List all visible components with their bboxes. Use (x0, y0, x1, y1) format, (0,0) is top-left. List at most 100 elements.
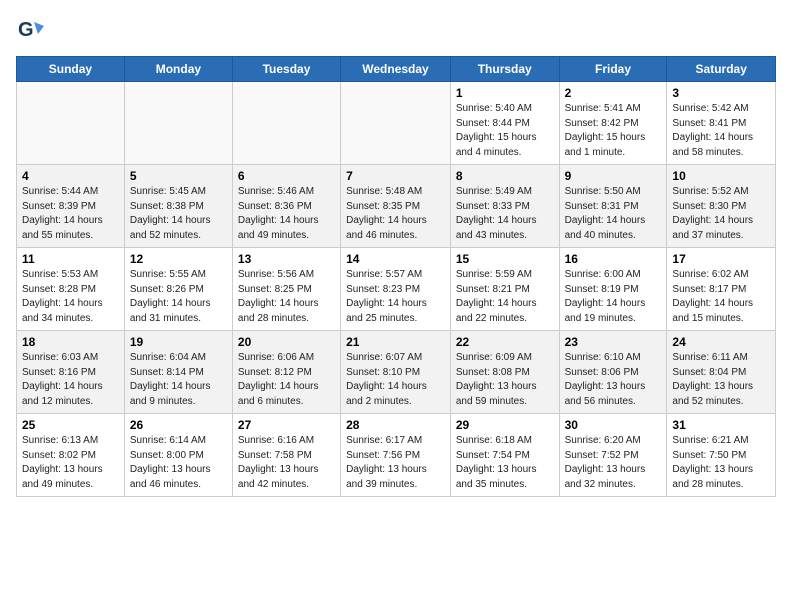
calendar-cell: 5 Sunrise: 5:45 AMSunset: 8:38 PMDaylight… (124, 165, 232, 248)
day-number: 24 (672, 335, 770, 349)
day-info: Sunrise: 5:46 AMSunset: 8:36 PMDaylight:… (238, 185, 335, 243)
day-number: 16 (565, 252, 662, 266)
day-info: Sunrise: 5:53 AMSunset: 8:28 PMDaylight:… (22, 268, 119, 326)
calendar-cell: 23 Sunrise: 6:10 AMSunset: 8:06 PMDayligh… (559, 331, 667, 414)
calendar-cell: 28 Sunrise: 6:17 AMSunset: 7:56 PMDayligh… (341, 414, 451, 497)
calendar-cell: 19 Sunrise: 6:04 AMSunset: 8:14 PMDayligh… (124, 331, 232, 414)
day-number: 5 (130, 169, 227, 183)
day-info: Sunrise: 6:18 AMSunset: 7:54 PMDaylight:… (456, 434, 554, 492)
calendar-cell (17, 82, 125, 165)
calendar-cell: 24 Sunrise: 6:11 AMSunset: 8:04 PMDayligh… (667, 331, 776, 414)
calendar-cell: 20 Sunrise: 6:06 AMSunset: 8:12 PMDayligh… (232, 331, 340, 414)
day-number: 2 (565, 86, 662, 100)
day-number: 23 (565, 335, 662, 349)
day-number: 1 (456, 86, 554, 100)
calendar-cell: 26 Sunrise: 6:14 AMSunset: 8:00 PMDayligh… (124, 414, 232, 497)
day-info: Sunrise: 6:10 AMSunset: 8:06 PMDaylight:… (565, 351, 662, 409)
day-number: 14 (346, 252, 445, 266)
calendar-cell: 25 Sunrise: 6:13 AMSunset: 8:02 PMDayligh… (17, 414, 125, 497)
weekday-header-thursday: Thursday (450, 57, 559, 82)
day-info: Sunrise: 5:52 AMSunset: 8:30 PMDaylight:… (672, 185, 770, 243)
day-number: 28 (346, 418, 445, 432)
day-info: Sunrise: 5:49 AMSunset: 8:33 PMDaylight:… (456, 185, 554, 243)
day-number: 12 (130, 252, 227, 266)
day-info: Sunrise: 6:14 AMSunset: 8:00 PMDaylight:… (130, 434, 227, 492)
calendar-cell: 8 Sunrise: 5:49 AMSunset: 8:33 PMDaylight… (450, 165, 559, 248)
calendar-cell: 10Sunrise: 5:52 AMSunset: 8:30 PMDayligh… (667, 165, 776, 248)
weekday-header-wednesday: Wednesday (341, 57, 451, 82)
calendar-cell: 3 Sunrise: 5:42 AMSunset: 8:41 PMDaylight… (667, 82, 776, 165)
day-info: Sunrise: 5:42 AMSunset: 8:41 PMDaylight:… (672, 102, 770, 160)
calendar-cell: 12Sunrise: 5:55 AMSunset: 8:26 PMDayligh… (124, 248, 232, 331)
day-info: Sunrise: 5:45 AMSunset: 8:38 PMDaylight:… (130, 185, 227, 243)
calendar-cell: 29 Sunrise: 6:18 AMSunset: 7:54 PMDayligh… (450, 414, 559, 497)
calendar-cell: 14 Sunrise: 5:57 AMSunset: 8:23 PMDayligh… (341, 248, 451, 331)
logo: G (16, 16, 48, 44)
calendar-cell: 30Sunrise: 6:20 AMSunset: 7:52 PMDayligh… (559, 414, 667, 497)
calendar-cell: 21Sunrise: 6:07 AMSunset: 8:10 PMDayligh… (341, 331, 451, 414)
day-info: Sunrise: 6:06 AMSunset: 8:12 PMDaylight:… (238, 351, 335, 409)
calendar-cell: 27 Sunrise: 6:16 AMSunset: 7:58 PMDayligh… (232, 414, 340, 497)
calendar-cell: 17Sunrise: 6:02 AMSunset: 8:17 PMDayligh… (667, 248, 776, 331)
day-info: Sunrise: 6:11 AMSunset: 8:04 PMDaylight:… (672, 351, 770, 409)
day-info: Sunrise: 5:56 AMSunset: 8:25 PMDaylight:… (238, 268, 335, 326)
day-number: 27 (238, 418, 335, 432)
day-info: Sunrise: 5:50 AMSunset: 8:31 PMDaylight:… (565, 185, 662, 243)
calendar-cell: 4 Sunrise: 5:44 AMSunset: 8:39 PMDaylight… (17, 165, 125, 248)
calendar-cell: 16 Sunrise: 6:00 AMSunset: 8:19 PMDayligh… (559, 248, 667, 331)
calendar-cell: 13 Sunrise: 5:56 AMSunset: 8:25 PMDayligh… (232, 248, 340, 331)
weekday-header-sunday: Sunday (17, 57, 125, 82)
day-info: Sunrise: 5:48 AMSunset: 8:35 PMDaylight:… (346, 185, 445, 243)
calendar-cell: 7 Sunrise: 5:48 AMSunset: 8:35 PMDaylight… (341, 165, 451, 248)
weekday-header-monday: Monday (124, 57, 232, 82)
calendar-cell (341, 82, 451, 165)
day-number: 29 (456, 418, 554, 432)
svg-text:G: G (18, 19, 34, 41)
day-number: 15 (456, 252, 554, 266)
page-header: G (16, 16, 776, 44)
day-number: 17 (672, 252, 770, 266)
day-number: 6 (238, 169, 335, 183)
day-number: 7 (346, 169, 445, 183)
day-info: Sunrise: 6:09 AMSunset: 8:08 PMDaylight:… (456, 351, 554, 409)
day-info: Sunrise: 5:40 AMSunset: 8:44 PMDaylight:… (456, 102, 554, 160)
calendar-cell: 2 Sunrise: 5:41 AMSunset: 8:42 PMDaylight… (559, 82, 667, 165)
day-number: 31 (672, 418, 770, 432)
calendar-cell: 15Sunrise: 5:59 AMSunset: 8:21 PMDayligh… (450, 248, 559, 331)
day-info: Sunrise: 6:17 AMSunset: 7:56 PMDaylight:… (346, 434, 445, 492)
weekday-header-tuesday: Tuesday (232, 57, 340, 82)
day-info: Sunrise: 5:41 AMSunset: 8:42 PMDaylight:… (565, 102, 662, 160)
day-info: Sunrise: 6:21 AMSunset: 7:50 PMDaylight:… (672, 434, 770, 492)
calendar-cell: 22 Sunrise: 6:09 AMSunset: 8:08 PMDayligh… (450, 331, 559, 414)
day-number: 19 (130, 335, 227, 349)
day-info: Sunrise: 6:16 AMSunset: 7:58 PMDaylight:… (238, 434, 335, 492)
day-number: 9 (565, 169, 662, 183)
calendar-cell: 9 Sunrise: 5:50 AMSunset: 8:31 PMDaylight… (559, 165, 667, 248)
calendar-table: SundayMondayTuesdayWednesdayThursdayFrid… (16, 56, 776, 497)
day-number: 22 (456, 335, 554, 349)
day-number: 20 (238, 335, 335, 349)
day-number: 3 (672, 86, 770, 100)
calendar-cell (232, 82, 340, 165)
day-number: 13 (238, 252, 335, 266)
day-number: 8 (456, 169, 554, 183)
weekday-header-friday: Friday (559, 57, 667, 82)
day-number: 4 (22, 169, 119, 183)
day-info: Sunrise: 5:57 AMSunset: 8:23 PMDaylight:… (346, 268, 445, 326)
day-info: Sunrise: 5:44 AMSunset: 8:39 PMDaylight:… (22, 185, 119, 243)
calendar-cell: 31 Sunrise: 6:21 AMSunset: 7:50 PMDayligh… (667, 414, 776, 497)
day-info: Sunrise: 6:00 AMSunset: 8:19 PMDaylight:… (565, 268, 662, 326)
calendar-cell: 6 Sunrise: 5:46 AMSunset: 8:36 PMDaylight… (232, 165, 340, 248)
day-number: 25 (22, 418, 119, 432)
logo-icon: G (16, 16, 44, 44)
day-info: Sunrise: 6:04 AMSunset: 8:14 PMDaylight:… (130, 351, 227, 409)
calendar-cell: 1 Sunrise: 5:40 AMSunset: 8:44 PMDaylight… (450, 82, 559, 165)
calendar-cell: 11Sunrise: 5:53 AMSunset: 8:28 PMDayligh… (17, 248, 125, 331)
day-info: Sunrise: 6:20 AMSunset: 7:52 PMDaylight:… (565, 434, 662, 492)
calendar-cell: 18 Sunrise: 6:03 AMSunset: 8:16 PMDayligh… (17, 331, 125, 414)
calendar-cell (124, 82, 232, 165)
day-info: Sunrise: 6:03 AMSunset: 8:16 PMDaylight:… (22, 351, 119, 409)
day-number: 26 (130, 418, 227, 432)
day-info: Sunrise: 6:13 AMSunset: 8:02 PMDaylight:… (22, 434, 119, 492)
day-number: 18 (22, 335, 119, 349)
